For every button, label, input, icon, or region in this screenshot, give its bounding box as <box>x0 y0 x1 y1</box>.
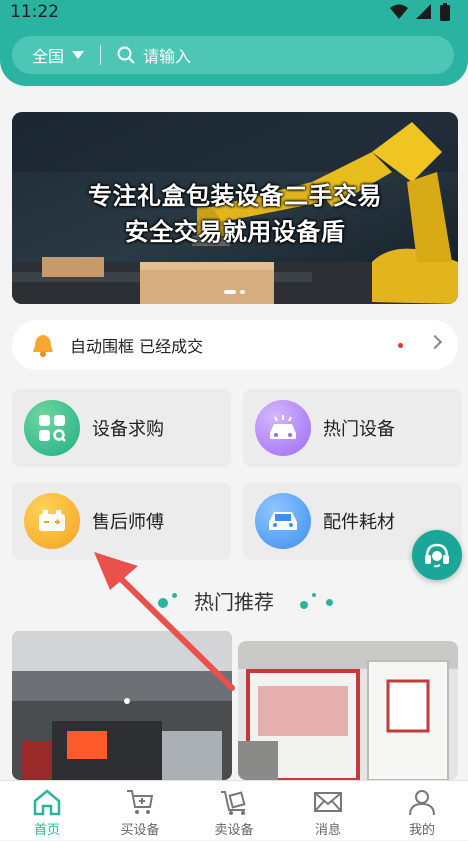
cart-icon <box>127 790 154 814</box>
promo-banner[interactable]: 专注礼盒包装设备二手交易 安全交易就用设备盾 <box>12 112 458 304</box>
tile-after-sales[interactable]: 售后师傅 <box>12 482 231 560</box>
tab-label: 首页 <box>33 823 60 838</box>
tile-label: 配件耗材 <box>323 512 395 533</box>
tab-profile[interactable]: 我的 <box>375 781 468 841</box>
status-bar: 11:22 <box>0 0 468 26</box>
tile-label: 售后师傅 <box>92 512 164 533</box>
wifi-icon <box>390 4 408 19</box>
headset-icon <box>425 543 449 568</box>
customer-service-button[interactable] <box>412 530 462 580</box>
tile-hot-equipment[interactable]: 热门设备 <box>243 389 462 467</box>
battery-icon <box>24 493 80 549</box>
product-card-2[interactable] <box>238 641 458 780</box>
search-input[interactable]: 请输入 <box>143 43 191 67</box>
home-icon <box>33 789 61 816</box>
tab-label: 卖设备 <box>214 823 254 838</box>
product-image <box>12 631 232 780</box>
search-icon <box>117 46 135 64</box>
header: 全国 请输入 <box>0 26 468 86</box>
product-card-1[interactable] <box>12 631 232 780</box>
signal-icon <box>416 4 431 19</box>
banner-subheadline: 安全交易就用设备盾 <box>124 218 346 246</box>
caret-down-icon <box>72 51 85 59</box>
car-icon <box>255 493 311 549</box>
pagination-dot <box>240 290 245 294</box>
notice-indicator <box>398 343 403 348</box>
user-icon <box>409 790 435 816</box>
section-decor-dot <box>300 601 308 609</box>
hot-car-icon <box>255 400 311 456</box>
status-icons <box>390 3 450 21</box>
battery-status-icon <box>440 3 450 21</box>
banner-pagination <box>224 290 245 294</box>
bottom-tab-bar: 首页 买设备 卖设备 消息 我的 <box>0 780 468 840</box>
tile-equipment-request[interactable]: 设备求购 <box>12 389 231 467</box>
box-cart-icon <box>221 791 246 815</box>
tab-messages[interactable]: 消息 <box>281 781 375 841</box>
section-decor-dot <box>312 593 316 597</box>
region-selector[interactable]: 全国 <box>12 43 98 67</box>
tab-label: 消息 <box>314 823 341 838</box>
grid-search-icon <box>24 400 80 456</box>
tab-buy-equipment[interactable]: 买设备 <box>93 781 187 841</box>
bell-icon <box>33 335 53 357</box>
notice-bar[interactable]: 自动围框 已经成交 <box>12 320 458 370</box>
section-title-hot-recommend: 热门推荐 <box>194 590 274 614</box>
mail-icon <box>314 792 342 812</box>
search-bar[interactable]: 全国 请输入 <box>12 36 454 74</box>
region-label: 全国 <box>32 47 65 66</box>
tab-sell-equipment[interactable]: 卖设备 <box>187 781 281 841</box>
tab-label: 我的 <box>408 823 435 838</box>
notice-text: 自动围框 已经成交 <box>70 337 204 356</box>
pagination-dot-active <box>224 290 236 294</box>
status-time: 11:22 <box>10 2 59 22</box>
section-decor-dot <box>326 599 333 606</box>
banner-headline: 专注礼盒包装设备二手交易 <box>88 182 382 210</box>
tab-label: 买设备 <box>120 823 160 838</box>
tile-label: 热门设备 <box>323 419 395 440</box>
product-image <box>238 641 458 780</box>
tile-label: 设备求购 <box>92 419 164 440</box>
tab-home[interactable]: 首页 <box>0 781 94 841</box>
search-divider <box>100 45 101 65</box>
chevron-right-icon[interactable] <box>427 334 443 350</box>
